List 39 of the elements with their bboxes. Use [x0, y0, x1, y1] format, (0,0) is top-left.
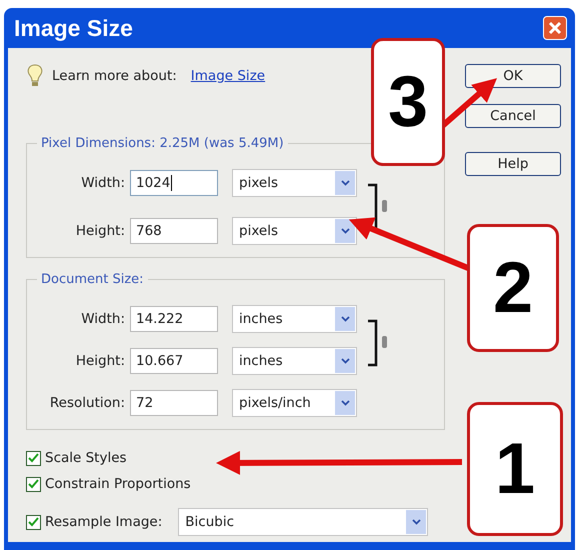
checkbox-label: Scale Styles — [45, 450, 127, 466]
group-legend: Pixel Dimensions: 2.25M (was 5.49M) — [37, 136, 288, 151]
text-cursor — [171, 175, 172, 191]
field-label: Width: — [80, 175, 126, 191]
step-number-callout: 3 — [371, 38, 445, 166]
unit-dropdown[interactable]: pixels/inch — [232, 389, 357, 417]
unit-dropdown[interactable]: pixels — [232, 217, 357, 245]
close-button[interactable] — [543, 16, 567, 40]
input-field[interactable]: 768 — [130, 218, 218, 244]
checkbox[interactable] — [26, 514, 41, 530]
input-field[interactable]: 10.667 — [130, 348, 218, 374]
unit-dropdown[interactable]: inches — [232, 305, 357, 333]
resample-dropdown[interactable]: Bicubic — [178, 508, 428, 536]
learn-more-label: Learn more about: — [52, 68, 177, 84]
step-number-callout: 1 — [467, 402, 563, 536]
dialog-button[interactable]: Help — [465, 152, 561, 176]
field-label: Height: — [74, 353, 126, 369]
field-value: 1024 — [136, 175, 170, 191]
lightbulb-icon — [26, 64, 44, 88]
dialog-button[interactable]: OK — [465, 64, 561, 88]
help-link[interactable]: Image Size — [190, 68, 266, 84]
input-field[interactable]: 72 — [130, 390, 218, 416]
group-legend: Document Size: — [37, 272, 148, 287]
window-title: Image Size — [14, 14, 133, 42]
step-number-callout: 2 — [467, 224, 559, 352]
checkbox-label: Constrain Proportions — [45, 476, 191, 492]
field-value: 768 — [136, 223, 162, 239]
field-label: Resolution: — [48, 395, 126, 411]
unit-dropdown[interactable]: inches — [232, 347, 357, 375]
checkbox[interactable] — [26, 450, 41, 466]
input-field[interactable]: 1024 — [130, 170, 218, 196]
checkbox-label: Resample Image: — [45, 514, 162, 530]
checkbox[interactable] — [26, 476, 41, 492]
dialog-button[interactable]: Cancel — [465, 104, 561, 128]
field-label: Height: — [74, 223, 126, 239]
close-icon — [548, 21, 562, 35]
field-label: Width: — [80, 311, 126, 327]
unit-dropdown[interactable]: pixels — [232, 169, 357, 197]
input-field[interactable]: 14.222 — [130, 306, 218, 332]
